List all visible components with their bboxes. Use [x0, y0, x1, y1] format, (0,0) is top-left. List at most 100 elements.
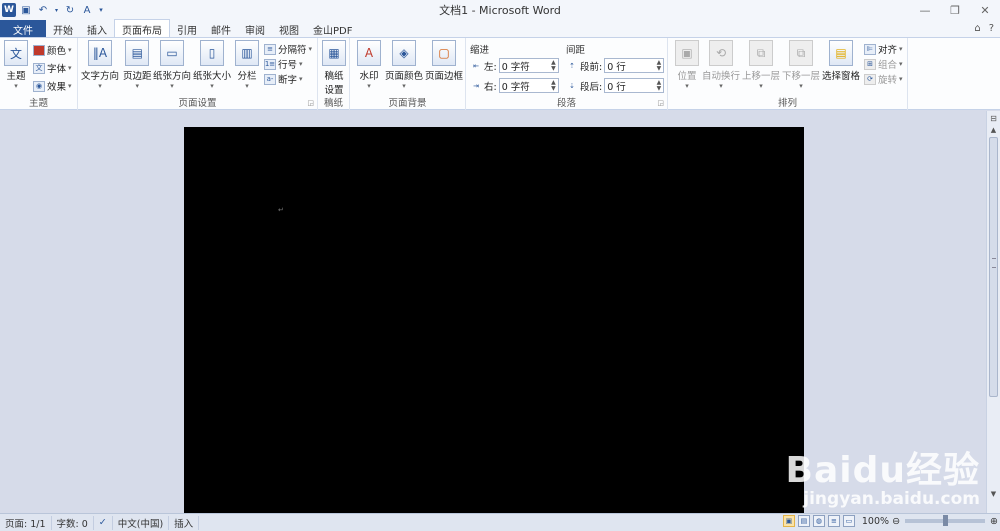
print-layout-view-icon[interactable]: ▣	[782, 515, 795, 527]
undo-icon[interactable]: ↶	[36, 3, 50, 17]
align-button[interactable]: ⊫ 对齐 ▾	[864, 42, 903, 56]
rotate-icon: ⟳	[864, 73, 876, 85]
dialog-launcher-icon[interactable]: ◲	[307, 99, 314, 107]
redo-icon[interactable]: ↻	[63, 3, 77, 17]
chevron-down-icon: ▾	[245, 82, 249, 90]
status-insert-mode[interactable]: 插入	[169, 515, 200, 530]
spin-arrows-icon[interactable]: ▲ ▼	[551, 59, 556, 72]
send-backward-button[interactable]: ⧉ 下移一层 ▾	[782, 40, 820, 90]
breaks-button[interactable]: ≡ 分隔符 ▾	[264, 42, 312, 56]
zoom-out-icon[interactable]: ⊖	[892, 516, 900, 527]
undo-dropdown-icon[interactable]: ▾	[53, 3, 60, 17]
zoom-slider[interactable]	[905, 515, 986, 526]
rotate-button[interactable]: ⟳ 旋转 ▾	[864, 72, 903, 86]
theme-colors-label: 颜色	[47, 46, 67, 57]
orientation-button[interactable]: ▭ 纸张方向 ▾	[153, 40, 191, 90]
selection-pane-button[interactable]: ▤ 选择窗格	[822, 40, 860, 82]
window-title: 文档1 - Microsoft Word	[439, 4, 561, 17]
scroll-thumb[interactable]	[989, 137, 998, 397]
paper-size-icon: ▯	[200, 40, 224, 66]
group-page-setup: ‖A 文字方向 ▾ ▤ 页边距 ▾ ▭ 纸张方向 ▾ ▯ 纸张大小 ▾ ▥ 分栏…	[78, 38, 318, 110]
ruler-toggle-icon[interactable]: ⊟	[988, 113, 999, 124]
status-word-count[interactable]: 字数: 0	[52, 515, 94, 530]
scroll-up-icon[interactable]: ▲	[988, 125, 999, 135]
manuscript-settings-button[interactable]: ▦ 稿纸 设置	[322, 40, 346, 96]
spin-arrows-icon[interactable]: ▲ ▼	[551, 79, 556, 92]
theme-effects-button[interactable]: ◉ 效果 ▾	[33, 79, 72, 93]
theme-fonts-button[interactable]: 文 字体 ▾	[33, 61, 72, 75]
chevron-down-icon: ▾	[14, 82, 18, 90]
save-icon[interactable]: ▣	[19, 3, 33, 17]
dialog-launcher-icon[interactable]: ◲	[657, 99, 664, 107]
customize-qat-icon[interactable]: ▾	[97, 3, 105, 17]
web-layout-icon[interactable]: ◍	[812, 515, 825, 527]
minimize-button[interactable]: —	[910, 0, 940, 20]
minimize-ribbon-icon[interactable]: ⌂	[974, 23, 980, 34]
indent-left-label: 左:	[484, 61, 497, 73]
status-language[interactable]: 中文(中国)	[113, 515, 170, 530]
vertical-scrollbar[interactable]: ⊟ ▲ ▼	[986, 111, 1000, 513]
indent-left-field[interactable]: 0 字符 ▲ ▼	[498, 58, 559, 73]
text-direction-button[interactable]: ‖A 文字方向 ▾	[81, 40, 119, 90]
watermark-button[interactable]: A 水印 ▾	[357, 40, 381, 90]
tab-kingsoft-pdf[interactable]: 金山PDF	[306, 20, 359, 38]
group-objects-button[interactable]: ⊞ 组合 ▾	[864, 57, 903, 71]
themes-icon: 文	[4, 40, 28, 66]
tab-view[interactable]: 视图	[272, 20, 306, 38]
spacing-before-value: 0 行	[607, 61, 626, 73]
close-button[interactable]: ✕	[970, 0, 1000, 20]
chevron-down-icon: ▾	[899, 45, 903, 53]
tab-review[interactable]: 审阅	[238, 20, 272, 38]
chevron-down-icon: ▾	[899, 60, 903, 68]
zoom-slider-thumb[interactable]	[943, 515, 949, 526]
columns-icon: ▥	[235, 40, 259, 66]
scroll-down-icon[interactable]: ▼	[988, 489, 999, 499]
selection-pane-label: 选择窗格	[822, 71, 861, 82]
position-button[interactable]: ▣ 位置 ▾	[675, 40, 699, 90]
manuscript-icon: ▦	[322, 40, 346, 66]
margins-button[interactable]: ▤ 页边距 ▾	[123, 40, 152, 90]
proofing-icon[interactable]: ✓	[94, 515, 113, 530]
line-numbers-button[interactable]: 1≡ 行号 ▾	[264, 57, 303, 71]
bring-forward-button[interactable]: ⧉ 上移一层 ▾	[742, 40, 780, 90]
document-page[interactable]: ↵	[184, 127, 804, 513]
page-color-button[interactable]: ◈ 页面颜色 ▾	[385, 40, 423, 90]
columns-button[interactable]: ▥ 分栏 ▾	[235, 40, 259, 90]
tab-page-layout[interactable]: 页面布局	[114, 19, 170, 38]
indent-right-value: 0 字符	[501, 81, 530, 93]
hyphenation-button[interactable]: a- 断字 ▾	[264, 72, 303, 86]
spin-arrows-icon[interactable]: ▲ ▼	[657, 59, 662, 72]
help-icon[interactable]: ?	[989, 23, 994, 34]
status-page[interactable]: 页面: 1/1	[0, 515, 52, 530]
spacing-before-field[interactable]: 0 行 ▲ ▼	[604, 58, 665, 73]
restore-button[interactable]: ❐	[940, 0, 970, 20]
format-painter-icon[interactable]: A	[80, 3, 94, 17]
zoom-in-icon[interactable]: ⊕	[990, 516, 998, 527]
indent-right-row: ⇥ 右: 0 字符 ▲ ▼	[470, 78, 559, 93]
full-screen-reading-icon[interactable]: ▤	[797, 515, 810, 527]
chevron-down-icon: ▾	[719, 82, 723, 90]
bring-forward-icon: ⧉	[749, 40, 773, 66]
margins-label: 页边距	[123, 71, 152, 82]
chevron-down-icon: ▾	[210, 82, 214, 90]
outline-view-icon[interactable]: ≡	[827, 515, 840, 527]
size-button[interactable]: ▯ 纸张大小 ▾	[193, 40, 231, 90]
themes-button[interactable]: 文 主题 ▾	[4, 40, 28, 90]
tab-mailings[interactable]: 邮件	[204, 20, 238, 38]
spin-arrows-icon[interactable]: ▲ ▼	[657, 79, 662, 92]
wrap-text-button[interactable]: ⟲ 自动换行 ▾	[702, 40, 740, 90]
tab-insert[interactable]: 插入	[80, 20, 114, 38]
tab-references[interactable]: 引用	[170, 20, 204, 38]
theme-colors-button[interactable]: 颜色 ▾	[33, 43, 72, 57]
indent-right-field[interactable]: 0 字符 ▲ ▼	[498, 78, 559, 93]
spacing-after-field[interactable]: 0 行 ▲ ▼	[604, 78, 665, 93]
draft-view-icon[interactable]: ▭	[842, 515, 855, 527]
page-color-icon: ◈	[392, 40, 416, 66]
tab-file[interactable]: 文件	[0, 20, 46, 38]
zoom-level[interactable]: 100%	[862, 516, 889, 527]
tab-home[interactable]: 开始	[46, 20, 80, 38]
page-borders-button[interactable]: ▢ 页面边框	[425, 40, 463, 82]
chevron-down-icon: ▾	[170, 82, 174, 90]
word-app-icon[interactable]: W	[2, 3, 16, 17]
rotate-label: 旋转	[878, 75, 898, 86]
